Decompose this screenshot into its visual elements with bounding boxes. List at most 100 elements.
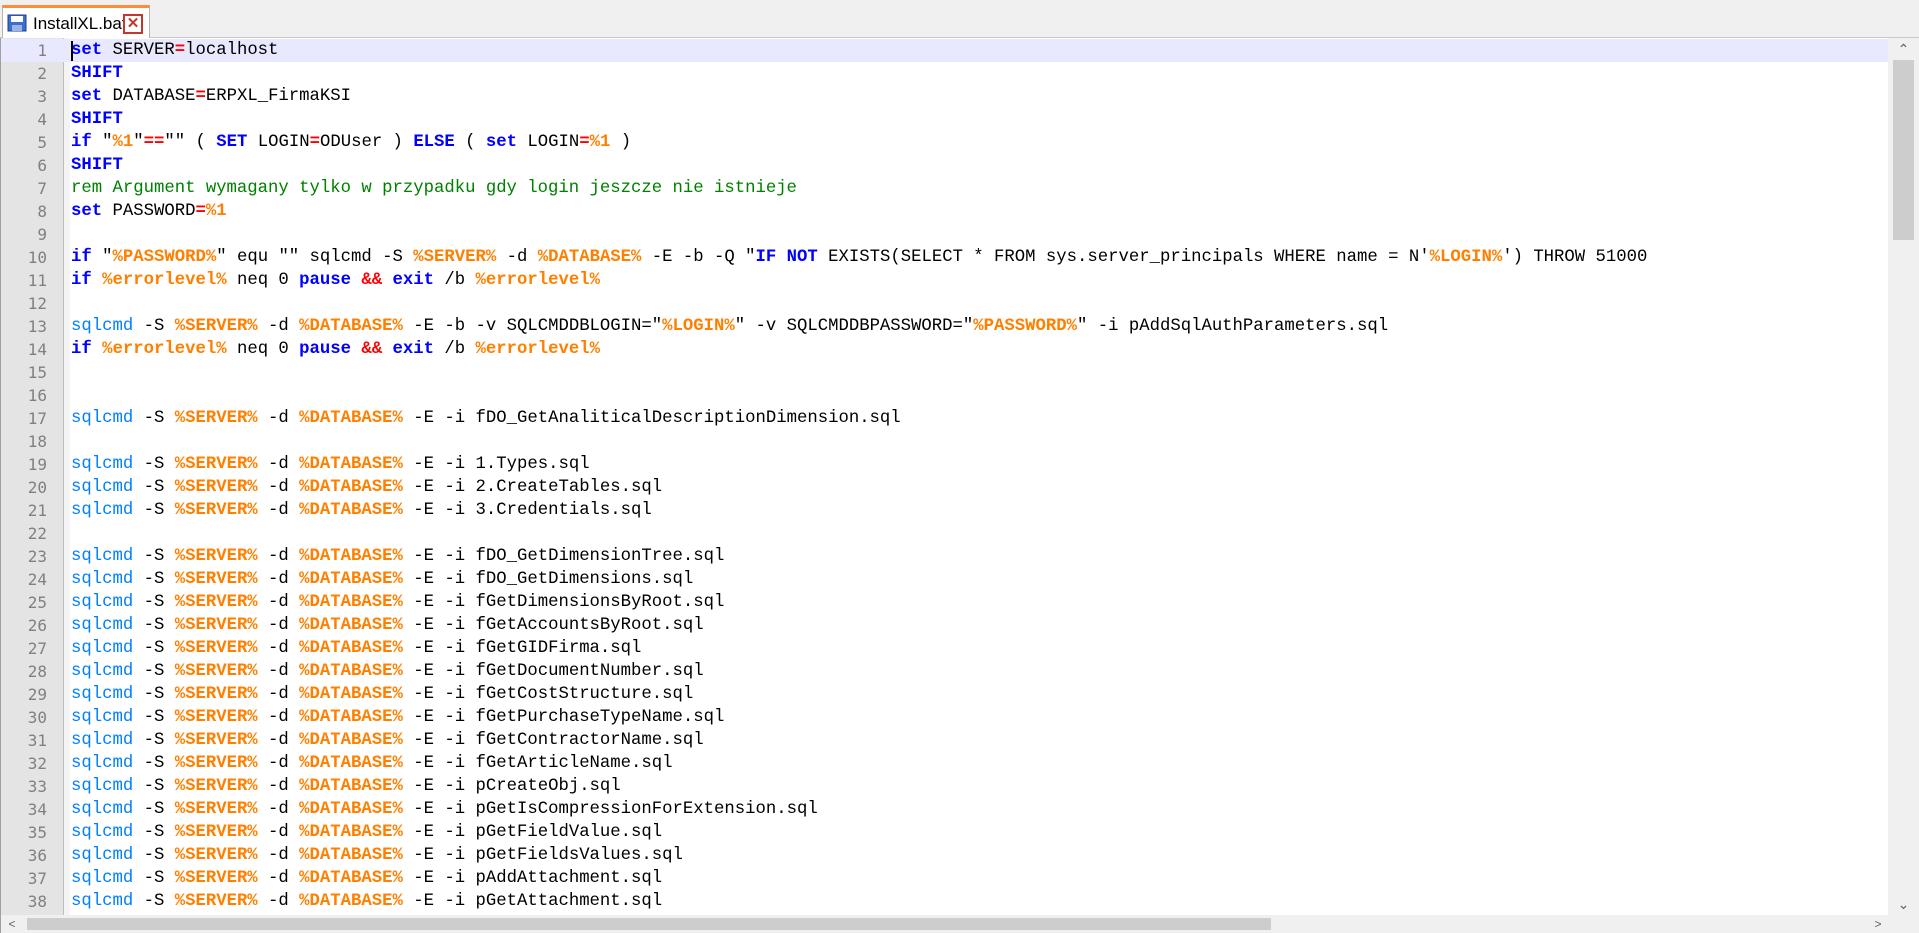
- code-line[interactable]: 9: [1, 223, 1889, 246]
- file-tab[interactable]: InstallXL.bat ✕: [2, 5, 150, 38]
- code-token: %SERVER%: [174, 455, 258, 474]
- horizontal-scrollbar[interactable]: < >: [1, 915, 1919, 933]
- code-line[interactable]: 28 sqlcmd -S %SERVER% -d %DATABASE% -E -i…: [1, 660, 1889, 683]
- line-text: sqlcmd -S %SERVER% -d %DATABASE% -E -i f…: [71, 683, 693, 706]
- code-token: ==: [143, 133, 165, 152]
- code-token: -d: [257, 639, 300, 658]
- code-token: DATABASE: [102, 87, 196, 106]
- line-number: 32: [27, 754, 47, 773]
- line-number: 22: [27, 524, 47, 543]
- code-line[interactable]: 12: [1, 292, 1889, 315]
- code-token: -E -i fGetGIDFirma.sql: [402, 639, 642, 658]
- scroll-right-icon[interactable]: >: [1867, 915, 1889, 933]
- code-line[interactable]: 37 sqlcmd -S %SERVER% -d %DATABASE% -E -i…: [1, 867, 1889, 890]
- close-tab-icon[interactable]: ✕: [123, 14, 143, 34]
- scroll-down-icon[interactable]: ⌄: [1888, 893, 1919, 915]
- code-line[interactable]: 18: [1, 430, 1889, 453]
- code-line[interactable]: 7 rem Argument wymagany tylko w przypadku…: [1, 177, 1889, 200]
- code-line[interactable]: 4 SHIFT: [1, 108, 1889, 131]
- code-token: sqlcmd: [71, 685, 134, 704]
- code-line[interactable]: 27 sqlcmd -S %SERVER% -d %DATABASE% -E -i…: [1, 637, 1889, 660]
- code-token: %SERVER%: [174, 869, 258, 888]
- code-token: -E -b -v SQLCMDDBLOGIN=": [402, 317, 663, 336]
- vertical-scrollbar[interactable]: ⌃ ⌄: [1888, 38, 1919, 915]
- line-number: 26: [27, 616, 47, 635]
- code-line[interactable]: 8 set PASSWORD=%1: [1, 200, 1889, 223]
- code-line[interactable]: 26 sqlcmd -S %SERVER% -d %DATABASE% -E -i…: [1, 614, 1889, 637]
- line-text: sqlcmd -S %SERVER% -d %DATABASE% -E -i p…: [71, 775, 621, 798]
- scroll-left-icon[interactable]: <: [1, 915, 23, 933]
- code-token: set: [71, 87, 103, 106]
- code-line[interactable]: 14 if %errorlevel% neq 0 pause && exit /b…: [1, 338, 1889, 361]
- code-line[interactable]: 35 sqlcmd -S %SERVER% -d %DATABASE% -E -i…: [1, 821, 1889, 844]
- vertical-scroll-thumb[interactable]: [1893, 60, 1914, 240]
- code-token: %errorlevel%: [475, 271, 600, 290]
- code-token: -S: [133, 777, 175, 796]
- scroll-up-icon[interactable]: ⌃: [1888, 38, 1919, 60]
- line-number: 37: [27, 869, 47, 888]
- line-number: 30: [27, 708, 47, 727]
- code-line[interactable]: 36 sqlcmd -S %SERVER% -d %DATABASE% -E -i…: [1, 844, 1889, 867]
- code-line[interactable]: 1 set SERVER=localhost: [1, 39, 1889, 62]
- code-line[interactable]: 38 sqlcmd -S %SERVER% -d %DATABASE% -E -i…: [1, 890, 1889, 913]
- code-line[interactable]: 10 if "%PASSWORD%" equ "" sqlcmd -S %SERV…: [1, 246, 1889, 269]
- code-token: ": [91, 133, 113, 152]
- code-token: -S: [133, 501, 175, 520]
- code-line[interactable]: 13 sqlcmd -S %SERVER% -d %DATABASE% -E -b…: [1, 315, 1889, 338]
- code-area[interactable]: 1 set SERVER=localhost 2 SHIFT 3 set DATABASE…: [1, 39, 1889, 915]
- code-token: %SERVER%: [174, 662, 258, 681]
- code-token: %errorlevel%: [475, 340, 600, 359]
- code-line[interactable]: 32 sqlcmd -S %SERVER% -d %DATABASE% -E -i…: [1, 752, 1889, 775]
- code-line[interactable]: 6 SHIFT: [1, 154, 1889, 177]
- code-token: %DATABASE%: [299, 754, 403, 773]
- code-line[interactable]: 29 sqlcmd -S %SERVER% -d %DATABASE% -E -i…: [1, 683, 1889, 706]
- line-number: 10: [27, 248, 47, 267]
- code-token: -E -i fGetCostStructure.sql: [402, 685, 694, 704]
- code-token: %SERVER%: [174, 731, 258, 750]
- line-number: 33: [27, 777, 47, 796]
- code-token: -E -i 1.Types.sql: [402, 455, 590, 474]
- code-token: -d: [257, 685, 300, 704]
- code-editor[interactable]: 1 set SERVER=localhost 2 SHIFT 3 set DATABASE…: [0, 38, 1919, 933]
- code-line[interactable]: 20 sqlcmd -S %SERVER% -d %DATABASE% -E -i…: [1, 476, 1889, 499]
- code-line[interactable]: 19 sqlcmd -S %SERVER% -d %DATABASE% -E -i…: [1, 453, 1889, 476]
- line-text: SHIFT: [71, 62, 123, 85]
- code-line[interactable]: 3 set DATABASE=ERPXL_FirmaKSI: [1, 85, 1889, 108]
- code-line[interactable]: 31 sqlcmd -S %SERVER% -d %DATABASE% -E -i…: [1, 729, 1889, 752]
- code-line[interactable]: 25 sqlcmd -S %SERVER% -d %DATABASE% -E -i…: [1, 591, 1889, 614]
- code-line[interactable]: 15: [1, 361, 1889, 384]
- code-line[interactable]: 21 sqlcmd -S %SERVER% -d %DATABASE% -E -i…: [1, 499, 1889, 522]
- line-text: sqlcmd -S %SERVER% -d %DATABASE% -E -i 3…: [71, 499, 652, 522]
- line-number: 11: [27, 271, 47, 290]
- code-token: exit: [392, 340, 435, 359]
- code-token: -E -i fGetDocumentNumber.sql: [402, 662, 704, 681]
- code-token: /b: [434, 271, 476, 290]
- code-line[interactable]: 22: [1, 522, 1889, 545]
- code-token: sqlcmd: [71, 869, 134, 888]
- text-caret: [71, 41, 73, 61]
- horizontal-scroll-thumb[interactable]: [27, 918, 1271, 930]
- code-line[interactable]: 23 sqlcmd -S %SERVER% -d %DATABASE% -E -i…: [1, 545, 1889, 568]
- code-line[interactable]: 17 sqlcmd -S %SERVER% -d %DATABASE% -E -i…: [1, 407, 1889, 430]
- code-line[interactable]: 16: [1, 384, 1889, 407]
- code-token: IF NOT: [755, 248, 818, 267]
- code-token: %DATABASE%: [299, 846, 403, 865]
- code-token: SHIFT: [71, 156, 123, 175]
- code-line[interactable]: 5 if "%1"=="" ( SET LOGIN=ODUser ) ELSE (…: [1, 131, 1889, 154]
- code-token: sqlcmd: [71, 823, 134, 842]
- code-token: set: [71, 202, 103, 221]
- code-token: exit: [392, 271, 435, 290]
- code-token: ": [91, 248, 113, 267]
- code-token: %DATABASE%: [299, 501, 403, 520]
- line-number: 4: [37, 110, 47, 129]
- code-line[interactable]: 2 SHIFT: [1, 62, 1889, 85]
- code-line[interactable]: 34 sqlcmd -S %SERVER% -d %DATABASE% -E -i…: [1, 798, 1889, 821]
- code-line[interactable]: 11 if %errorlevel% neq 0 pause && exit /b…: [1, 269, 1889, 292]
- code-line[interactable]: 33 sqlcmd -S %SERVER% -d %DATABASE% -E -i…: [1, 775, 1889, 798]
- line-number: 17: [27, 409, 47, 428]
- code-line[interactable]: 24 sqlcmd -S %SERVER% -d %DATABASE% -E -i…: [1, 568, 1889, 591]
- code-line[interactable]: 30 sqlcmd -S %SERVER% -d %DATABASE% -E -i…: [1, 706, 1889, 729]
- line-text: sqlcmd -S %SERVER% -d %DATABASE% -E -i f…: [71, 729, 704, 752]
- line-number: 6: [37, 156, 47, 175]
